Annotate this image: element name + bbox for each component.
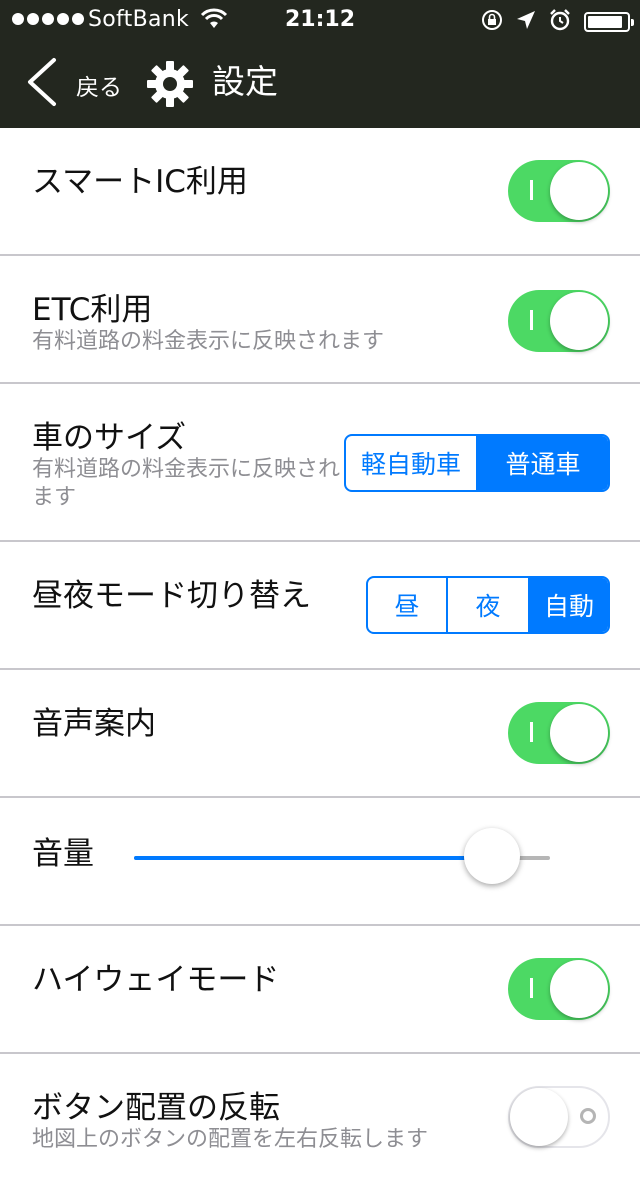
car-size-row: 車のサイズ 有料道路の料金表示に反映されます 軽自動車 普通車 xyxy=(0,384,640,542)
toggle-on-mark xyxy=(530,978,533,998)
button-flip-description: 地図上のボタンの配置を左右反転します xyxy=(32,1127,429,1152)
status-bar: SoftBank 21:12 xyxy=(0,0,640,40)
volume-slider-thumb[interactable] xyxy=(463,828,520,884)
day-night-row: 昼夜モード切り替え 昼 夜 自動 xyxy=(0,542,640,670)
smart-ic-label: スマートIC利用 xyxy=(32,164,248,200)
page-title: 設定 xyxy=(212,62,278,101)
smart-ic-toggle[interactable] xyxy=(508,160,610,222)
toggle-off-mark xyxy=(580,1108,596,1124)
etc-label: ETC利用 xyxy=(32,292,153,328)
etc-toggle[interactable] xyxy=(508,290,610,352)
day-night-option-auto[interactable]: 自動 xyxy=(530,578,608,632)
toggle-knob xyxy=(550,960,608,1018)
toggle-on-mark xyxy=(530,310,533,330)
voice-guidance-label: 音声案内 xyxy=(32,706,156,742)
top-bar: SoftBank 21:12 戻る 設定 xyxy=(0,0,640,128)
status-icons xyxy=(480,8,634,36)
gear-icon xyxy=(146,60,194,112)
day-night-label: 昼夜モード切り替え xyxy=(32,578,311,614)
volume-label: 音量 xyxy=(32,836,94,872)
car-size-segmented-control: 軽自動車 普通車 xyxy=(344,434,610,492)
highway-mode-label: ハイウェイモード xyxy=(32,962,280,998)
voice-guidance-row: 音声案内 xyxy=(0,670,640,798)
highway-mode-row: ハイウェイモード xyxy=(0,926,640,1054)
car-size-label: 車のサイズ xyxy=(32,420,187,456)
voice-guidance-toggle[interactable] xyxy=(508,702,610,764)
etc-description: 有料道路の料金表示に反映されます xyxy=(32,329,385,354)
button-flip-row: ボタン配置の反転 地図上のボタンの配置を左右反転します xyxy=(0,1054,640,1182)
battery-icon xyxy=(584,12,634,32)
button-flip-label: ボタン配置の反転 xyxy=(32,1090,280,1126)
button-flip-toggle[interactable] xyxy=(508,1086,610,1148)
toggle-on-mark xyxy=(530,180,533,200)
chevron-left-icon xyxy=(24,57,58,111)
volume-slider[interactable] xyxy=(134,828,550,884)
car-size-description: 有料道路の料金表示に反映されます xyxy=(32,457,341,510)
navigation-bar: 戻る 設定 xyxy=(0,40,640,128)
back-label: 戻る xyxy=(76,75,122,101)
alarm-icon xyxy=(548,8,572,36)
toggle-on-mark xyxy=(530,722,533,742)
day-night-option-night[interactable]: 夜 xyxy=(448,578,530,632)
car-size-option-normal[interactable]: 普通車 xyxy=(478,436,608,490)
highway-mode-toggle[interactable] xyxy=(508,958,610,1020)
etc-row: ETC利用 有料道路の料金表示に反映されます xyxy=(0,256,640,384)
volume-row: 音量 xyxy=(0,798,640,926)
smart-ic-row: スマートIC利用 xyxy=(0,128,640,256)
volume-slider-fill xyxy=(134,856,492,860)
day-night-option-day[interactable]: 昼 xyxy=(368,578,448,632)
rotation-lock-icon xyxy=(480,8,504,36)
battery-level xyxy=(588,16,623,28)
car-size-option-kei[interactable]: 軽自動車 xyxy=(346,436,478,490)
toggle-knob xyxy=(550,162,608,220)
toggle-knob xyxy=(510,1088,568,1146)
back-button[interactable]: 戻る xyxy=(24,58,122,110)
location-arrow-icon xyxy=(516,10,536,34)
toggle-knob xyxy=(550,704,608,762)
toggle-knob xyxy=(550,292,608,350)
day-night-segmented-control: 昼 夜 自動 xyxy=(366,576,610,634)
